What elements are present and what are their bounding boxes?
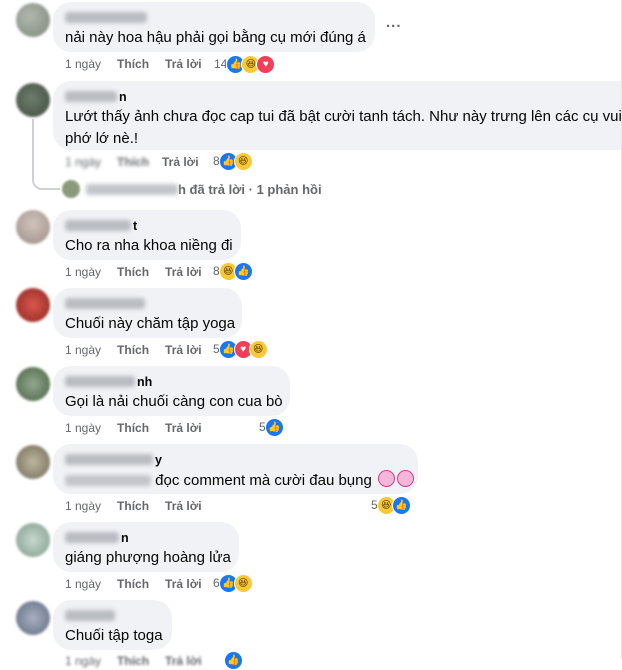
reply-avatar [62,180,80,198]
like-button[interactable]: Thích [117,57,149,71]
commenter-name[interactable] [65,10,363,25]
timestamp[interactable]: 1 ngày [65,499,101,513]
commenter-name[interactable]: nh [65,374,278,389]
commenter-name[interactable]: n [65,530,227,545]
reaction-summary[interactable]: 5 👍 [259,417,284,437]
reaction-summary[interactable]: 5 👍 ♥ 😆 [213,339,268,359]
like-button[interactable]: Thích [117,155,149,169]
commenter-name[interactable]: y [65,452,406,467]
comment-text: Lướt thấy ảnh chưa đọc cap tui đã bật cư… [65,108,622,125]
avatar[interactable] [16,210,50,244]
comment-text: Chuối tập toga [65,627,163,644]
like-button[interactable]: Thích [117,654,149,668]
reaction-summary[interactable]: 👍 [224,650,243,670]
thread-line [32,119,60,190]
comment-actions: 1 ngày Thích Trả lời [65,576,218,592]
love-reaction-icon: ♥ [256,54,276,74]
timestamp[interactable]: 1 ngày [65,343,101,357]
more-options-icon[interactable]: ... [386,14,402,31]
commenter-name[interactable]: t [65,218,229,233]
comment-actions: 1 ngày Thích Trả lời [65,56,218,72]
like-button[interactable]: Thích [117,343,149,357]
reaction-summary[interactable]: 6 👍 😆 [213,573,253,593]
comment-text: nải này hoa hậu phải gọi bằng cụ mới đún… [65,29,366,46]
like-reaction-icon: 👍 [264,417,284,437]
reply-button[interactable]: Trả lời [165,57,202,71]
reaction-count: 14 [214,57,228,71]
comment-bubble: nải này hoa hậu phải gọi bằng cụ mới đún… [53,2,375,52]
like-button[interactable]: Thích [117,265,149,279]
reply-button[interactable]: Trả lời [165,265,202,279]
replies-label: h đã trả lời · 1 phản hồi [178,181,322,197]
like-reaction-icon: 👍 [233,261,253,281]
like-button[interactable]: Thích [117,499,149,513]
reply-button[interactable]: Trả lời [165,343,202,357]
comment-actions: 1 ngày Thích Trả lời [65,342,218,358]
timestamp[interactable]: 1 ngày [65,577,101,591]
reply-button[interactable]: Trả lời [165,421,202,435]
comment-text: giáng phượng hoàng lửa [65,549,231,566]
haha-reaction-icon: 😆 [233,573,253,593]
comment-text: Cho ra nha khoa niềng đi [65,237,233,254]
comment-bubble: nh Gọi là nải chuối càng con cua bò [53,366,290,416]
star-struck-emoji-icon [378,470,395,487]
avatar[interactable] [16,83,50,117]
comment-bubble: n Lướt thấy ảnh chưa đọc cap tui đã bật … [53,81,622,150]
replier-name [86,183,178,195]
comment-text-continued: phớ lớ nè.! [65,130,139,147]
comment-bubble: t Cho ra nha khoa niềng đi [53,210,241,260]
timestamp[interactable]: 1 ngày [65,654,101,668]
timestamp[interactable]: 1 ngày [65,421,101,435]
like-reaction-icon: 👍 [391,495,411,515]
comment-actions: 1 ngày Thích Trả lời [65,498,218,514]
reaction-summary[interactable]: 5 😆 👍 [371,495,411,515]
blurred-text [65,475,151,486]
avatar[interactable] [16,288,50,322]
reply-button[interactable]: Trả lời [162,155,199,169]
comment-actions: Trả lời [162,154,215,170]
comment-bubble: Chuối tập toga [53,600,172,650]
timestamp[interactable]: 1 ngày [65,155,101,169]
reply-button[interactable]: Trả lời [165,499,202,513]
comment-actions: 1 ngày Thích Trả lời [65,653,218,669]
comment-text: đọc comment mà cười đau bụng [155,472,372,489]
reaction-summary[interactable]: 14 👍 😆 ♥ [214,54,276,74]
timestamp[interactable]: 1 ngày [65,265,101,279]
reply-button[interactable]: Trả lời [165,577,202,591]
comment-actions: 1 ngày Thích [65,154,165,170]
like-button[interactable]: Thích [117,421,149,435]
commenter-name[interactable] [65,296,230,311]
comment-text: Chuối này chăm tập yoga [65,315,236,332]
comment-bubble: y đọc comment mà cười đau bụng [53,444,418,494]
commenter-name[interactable]: n [65,89,610,104]
like-button[interactable]: Thích [117,577,149,591]
reply-button[interactable]: Trả lời [165,654,202,668]
like-reaction-icon: 👍 [224,650,243,670]
avatar[interactable] [16,367,50,401]
commenter-name[interactable] [65,608,160,623]
comment-actions: 1 ngày Thích Trả lời [65,264,218,280]
comment-actions: 1 ngày Thích Trả lời [65,420,218,436]
avatar[interactable] [16,3,50,37]
comment-bubble: n giáng phượng hoàng lửa [53,522,239,572]
reaction-summary[interactable]: 8 👍 😆 [213,151,253,171]
haha-reaction-icon: 😆 [248,339,268,359]
star-struck-emoji-icon [397,470,414,487]
avatar[interactable] [16,601,50,635]
timestamp[interactable]: 1 ngày [65,57,101,71]
reaction-summary[interactable]: 8 😆 👍 [213,261,253,281]
comment-text-row: đọc comment mà cười đau bụng [65,470,414,491]
haha-reaction-icon: 😆 [233,151,253,171]
avatar[interactable] [16,523,50,557]
comment-bubble: Chuối này chăm tập yoga [53,288,242,338]
comment-text: Gọi là nải chuối càng con cua bò [65,393,283,410]
view-replies-link[interactable]: h đã trả lời · 1 phản hồi [62,180,322,198]
avatar[interactable] [16,445,50,479]
